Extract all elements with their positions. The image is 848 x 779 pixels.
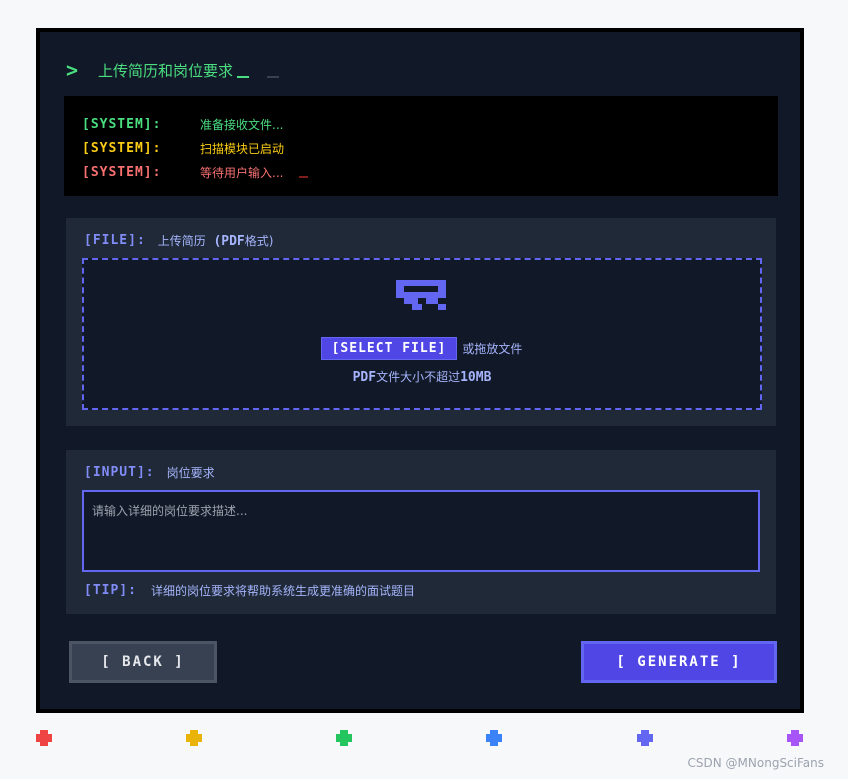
page-title-text: 上传简历和岗位要求 xyxy=(98,61,234,80)
hint-middle: 文件大小不超过 xyxy=(376,370,461,384)
console-message: 准备接收文件... xyxy=(200,117,284,132)
generate-button[interactable]: [ GENERATE ] xyxy=(584,644,774,680)
console-tag: [SYSTEM]: xyxy=(82,140,162,156)
file-tag: [FILE]: xyxy=(84,233,146,248)
tip-text: 详细的岗位要求将帮助系统生成更准确的面试题目 xyxy=(150,584,415,598)
pixel-plus-icon xyxy=(186,730,202,746)
job-requirement-input[interactable] xyxy=(82,490,760,572)
cursor-icon xyxy=(237,76,250,78)
cursor-shadow-icon xyxy=(267,76,280,78)
console-message: 等待用户输入... xyxy=(200,165,284,180)
console-cursor-icon xyxy=(299,176,309,178)
file-label: 上传简历 (PDF格式) xyxy=(158,232,274,249)
input-section-label: [INPUT]: 岗位要求 xyxy=(84,464,215,481)
console-message: 扫描模块已启动 xyxy=(200,141,285,156)
file-dropzone[interactable]: [SELECT FILE] 或拖放文件 PDF文件大小不超过10MB xyxy=(82,258,762,410)
pixel-plus-icon xyxy=(637,730,653,746)
console-line: [SYSTEM]: 等待用户输入... xyxy=(82,160,760,184)
color-dots xyxy=(0,730,848,746)
tip-row: [TIP]: 详细的岗位要求将帮助系统生成更准确的面试题目 xyxy=(84,582,415,599)
job-requirement-card: [INPUT]: 岗位要求 [TIP]: 详细的岗位要求将帮助系统生成更准确的面… xyxy=(66,450,776,614)
file-size-hint: PDF文件大小不超过10MB xyxy=(84,368,760,385)
file-format-prefix: (PDF xyxy=(213,234,245,249)
upload-panel: > 上传简历和岗位要求 [SYSTEM]: 准备接收文件... [SYSTEM]… xyxy=(36,28,804,713)
tip-tag: [TIP]: xyxy=(84,583,137,598)
system-console: [SYSTEM]: 准备接收文件... [SYSTEM]: 扫描模块已启动 [S… xyxy=(66,98,776,194)
input-label: 岗位要求 xyxy=(166,466,215,480)
back-button[interactable]: [ BACK ] xyxy=(72,644,214,680)
page-title: > 上传简历和岗位要求 xyxy=(66,58,280,82)
upload-icon xyxy=(396,280,446,310)
console-tag: [SYSTEM]: xyxy=(82,116,162,132)
chevron-right-icon: > xyxy=(66,58,79,82)
file-format-suffix: 格式) xyxy=(244,234,274,248)
pixel-plus-icon xyxy=(486,730,502,746)
file-label-text: 上传简历 xyxy=(157,234,206,248)
hint-prefix: PDF xyxy=(352,370,377,385)
hint-size: 10MB xyxy=(460,370,492,385)
file-upload-card: [FILE]: 上传简历 (PDF格式) [SELECT FILE] 或拖放文件… xyxy=(66,218,776,426)
select-file-button[interactable]: [SELECT FILE] xyxy=(321,338,457,359)
pixel-plus-icon xyxy=(336,730,352,746)
pixel-plus-icon xyxy=(787,730,803,746)
select-file-row: [SELECT FILE] 或拖放文件 xyxy=(84,338,760,359)
console-tag: [SYSTEM]: xyxy=(82,164,162,180)
input-tag: [INPUT]: xyxy=(84,465,155,480)
file-section-label: [FILE]: 上传简历 (PDF格式) xyxy=(84,232,273,249)
console-line: [SYSTEM]: 扫描模块已启动 xyxy=(82,136,760,160)
pixel-plus-icon xyxy=(36,730,52,746)
drop-file-text: 或拖放文件 xyxy=(462,342,523,356)
console-line: [SYSTEM]: 准备接收文件... xyxy=(82,112,760,136)
watermark: CSDN @MNongSciFans xyxy=(687,756,824,770)
